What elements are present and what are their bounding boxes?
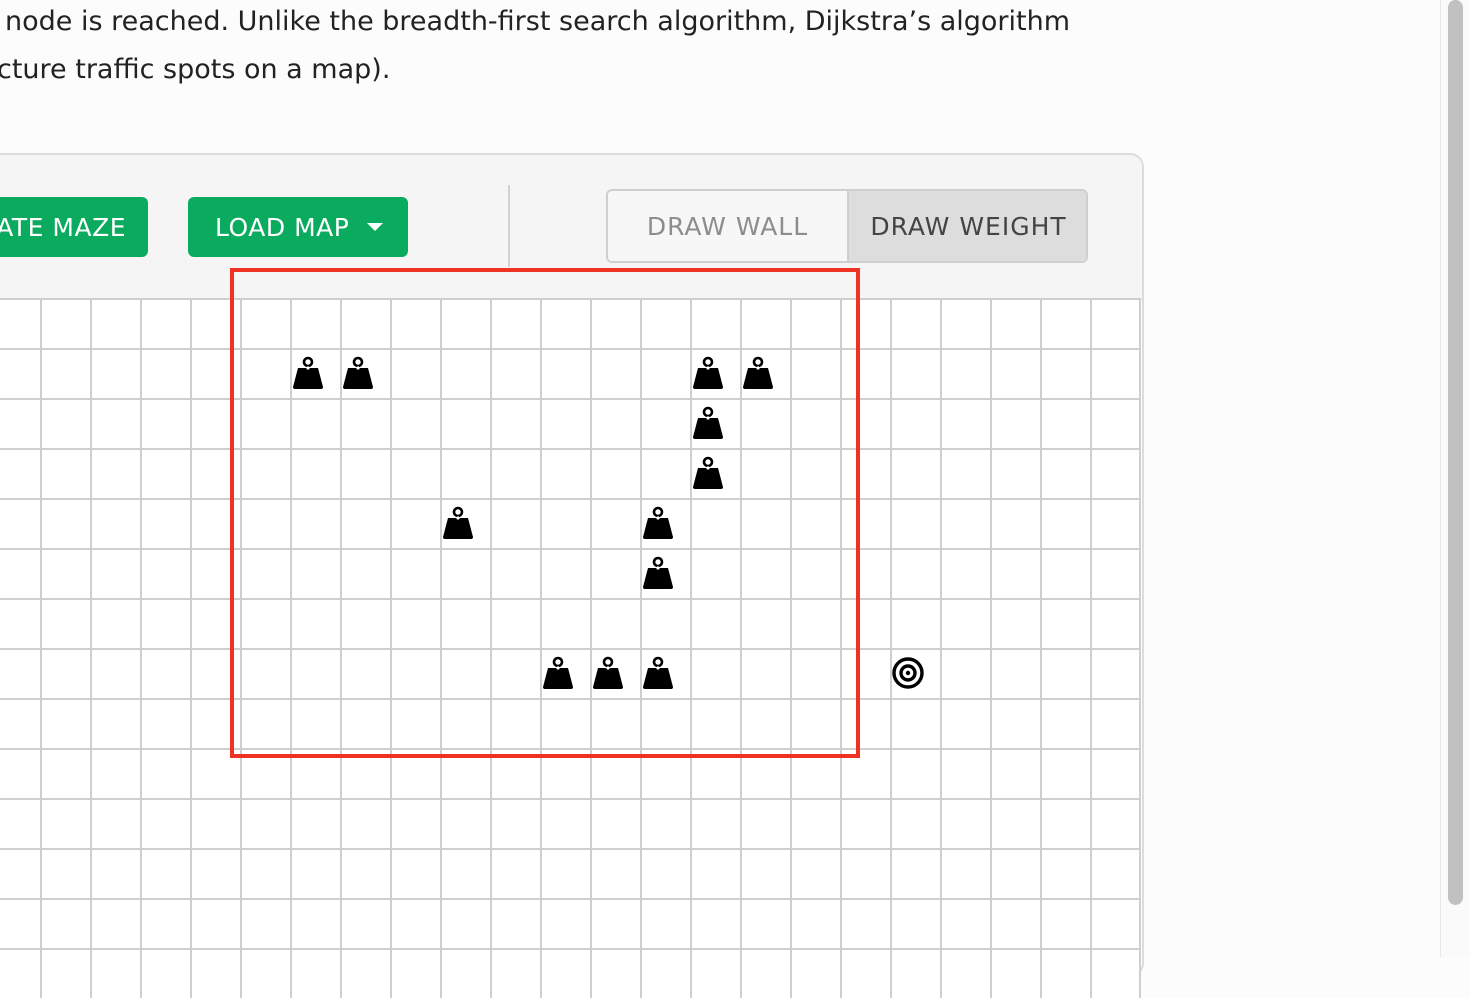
visualizer-toolbar: ATE MAZE LOAD MAP DRAW WALL DRAW WEIGHT: [0, 155, 1142, 300]
weight-icon[interactable]: [691, 406, 725, 440]
weight-icon[interactable]: [291, 356, 325, 390]
generate-maze-button[interactable]: ATE MAZE: [0, 197, 148, 257]
load-map-button[interactable]: LOAD MAP: [188, 197, 408, 257]
weight-icon[interactable]: [591, 656, 625, 690]
weight-icon[interactable]: [641, 506, 675, 540]
node-grid[interactable]: [0, 298, 1140, 998]
weight-icon[interactable]: [541, 656, 575, 690]
weight-icon[interactable]: [691, 356, 725, 390]
generate-maze-label: ATE MAZE: [0, 212, 126, 242]
weight-icon[interactable]: [741, 356, 775, 390]
weight-icon[interactable]: [641, 656, 675, 690]
draw-mode-toggle: DRAW WALL DRAW WEIGHT: [606, 189, 1088, 263]
draw-weight-button[interactable]: DRAW WEIGHT: [849, 191, 1086, 261]
page-scrollbar[interactable]: [1440, 0, 1470, 957]
intro-line-1: node is reached. Unlike the breadth-firs…: [5, 6, 1071, 37]
weight-icon[interactable]: [441, 506, 475, 540]
caret-down-icon: [367, 223, 384, 231]
weight-icon[interactable]: [341, 356, 375, 390]
scrollbar-thumb[interactable]: [1448, 0, 1463, 905]
draw-wall-button[interactable]: DRAW WALL: [608, 191, 849, 261]
intro-line-2: cture traffic spots on a map).: [0, 54, 391, 85]
load-map-label: LOAD MAP: [215, 212, 350, 242]
toolbar-divider: [508, 185, 510, 267]
weight-icon[interactable]: [691, 456, 725, 490]
target-icon[interactable]: [891, 656, 925, 690]
weight-icon[interactable]: [641, 556, 675, 590]
grid-border: [1139, 298, 1141, 998]
